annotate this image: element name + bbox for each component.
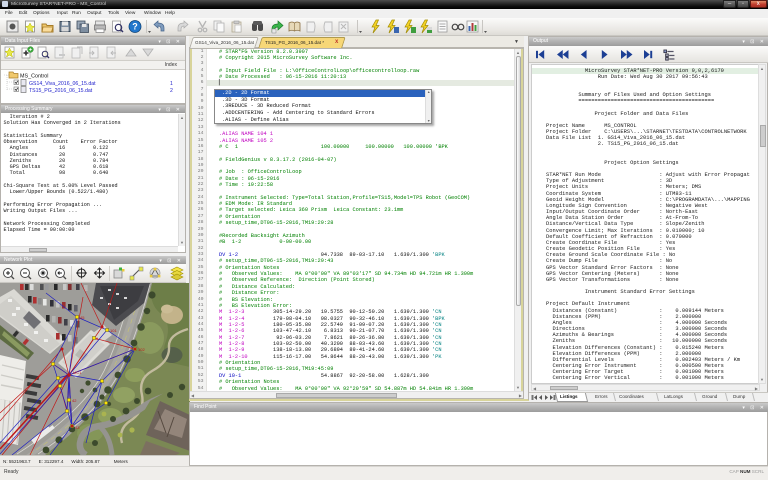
svg-text:?: ? <box>132 22 138 32</box>
svg-text:MS_Control: MS_Control <box>20 74 48 80</box>
svg-text:42: 42 <box>72 398 77 403</box>
svg-text:GS14_Viva_2016_06_15.dat: GS14_Viva_2016_06_15.dat <box>29 81 96 87</box>
svg-text:TS15_PG_2016_06_15.dat: TS15_PG_2016_06_15.dat <box>29 88 93 94</box>
svg-text:45: 45 <box>80 315 85 320</box>
svg-text:MC1: MC1 <box>73 370 82 375</box>
svg-text:1: 1 <box>170 81 173 87</box>
svg-text:43: 43 <box>75 425 80 430</box>
svg-text:2: 2 <box>170 88 173 94</box>
svg-text:102: 102 <box>138 347 145 352</box>
svg-text:101: 101 <box>110 328 117 333</box>
